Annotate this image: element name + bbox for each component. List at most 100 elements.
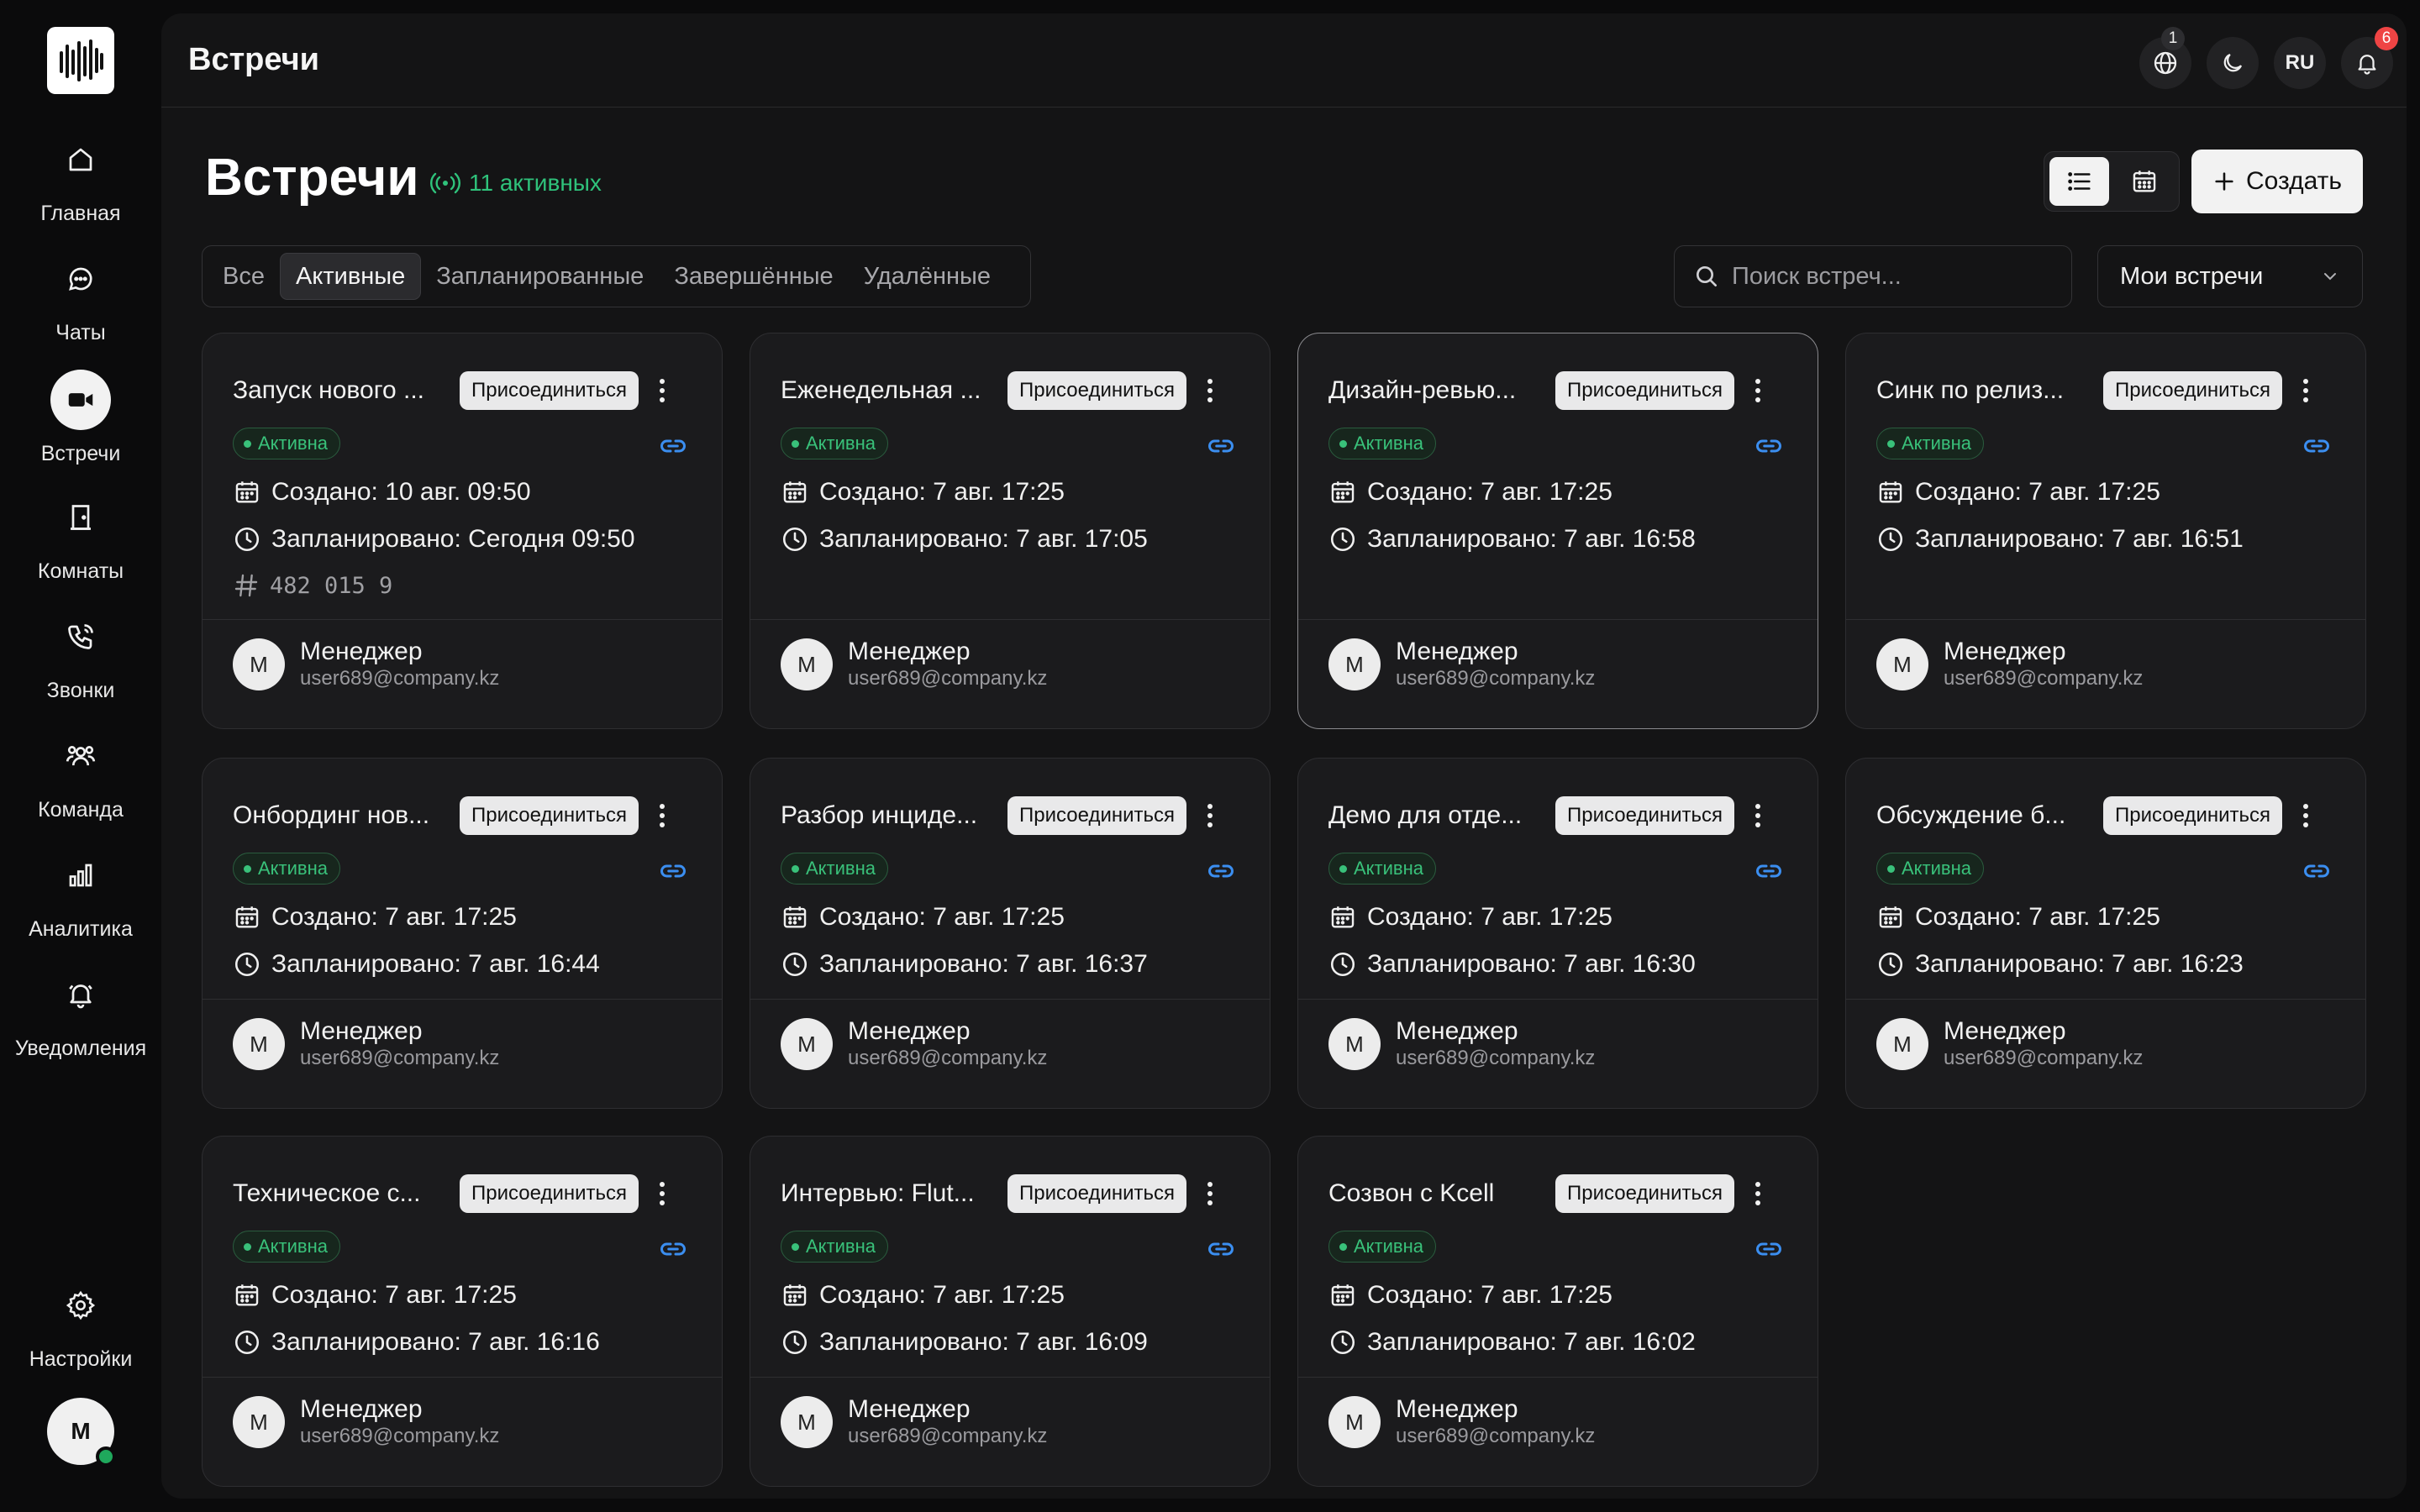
- more-menu-icon[interactable]: [652, 804, 672, 827]
- copy-link-icon[interactable]: [658, 431, 688, 465]
- more-menu-icon[interactable]: [1200, 804, 1220, 827]
- join-button[interactable]: Присоединиться: [460, 371, 639, 410]
- meeting-card[interactable]: Дизайн-ревью... Присоединиться Активна С…: [1297, 333, 1818, 729]
- more-menu-icon[interactable]: [2296, 379, 2316, 402]
- join-button[interactable]: Присоединиться: [1555, 371, 1735, 410]
- copy-link-icon[interactable]: [1754, 856, 1784, 890]
- copy-link-icon[interactable]: [2302, 856, 2332, 890]
- copy-link-icon[interactable]: [658, 1234, 688, 1268]
- calendar-icon: [1879, 906, 1902, 928]
- owner-email: user689@company.kz: [300, 667, 500, 690]
- calendar-view-button[interactable]: [2114, 157, 2174, 206]
- meeting-card[interactable]: Еженедельная ... Присоединиться Активна …: [750, 333, 1270, 729]
- tab-finished[interactable]: Завершённые: [659, 253, 848, 300]
- owner-avatar: M: [781, 638, 833, 690]
- join-button[interactable]: Присоединиться: [1007, 371, 1187, 410]
- meeting-card[interactable]: Созвон с Kcell Присоединиться Активна Со…: [1297, 1136, 1818, 1487]
- search-input[interactable]: [1732, 262, 2068, 291]
- more-menu-icon[interactable]: [1200, 1182, 1220, 1205]
- join-button[interactable]: Присоединиться: [460, 796, 639, 835]
- copy-link-icon[interactable]: [1206, 1234, 1236, 1268]
- join-button[interactable]: Присоединиться: [2103, 796, 2283, 835]
- owner-name: Менеджер: [300, 1395, 423, 1423]
- meeting-card[interactable]: Демо для отде... Присоединиться Активна …: [1297, 758, 1818, 1109]
- sidebar-item-analytics[interactable]: Аналитика: [0, 845, 161, 954]
- language-globe-button[interactable]: 1: [2139, 27, 2191, 89]
- join-button[interactable]: Присоединиться: [460, 1174, 639, 1213]
- sidebar-item-home[interactable]: Главная: [0, 129, 161, 239]
- search-icon: [1697, 266, 1717, 286]
- settings-label: Настройки: [29, 1347, 133, 1371]
- online-status-dot: [96, 1446, 116, 1467]
- copy-link-icon[interactable]: [1754, 1234, 1784, 1268]
- copy-link-icon[interactable]: [1206, 431, 1236, 465]
- scheduled-row: Запланировано: 7 авг. 16:37: [781, 950, 1148, 979]
- sidebar-item-meetings[interactable]: Встречи: [0, 370, 161, 479]
- copy-link-icon[interactable]: [2302, 431, 2332, 465]
- join-button[interactable]: Присоединиться: [1555, 1174, 1735, 1213]
- scheduled-row: Запланировано: 7 авг. 16:58: [1328, 525, 1696, 554]
- join-button[interactable]: Присоединиться: [1007, 1174, 1187, 1213]
- chat-icon: [50, 249, 111, 309]
- tab-deleted[interactable]: Удалённые: [849, 253, 1006, 300]
- meeting-card[interactable]: Запуск нового ... Присоединиться Активна…: [202, 333, 723, 729]
- calendar-icon: [783, 906, 807, 928]
- more-menu-icon[interactable]: [652, 379, 672, 402]
- topbar-title: Встречи: [188, 42, 320, 77]
- owner-email: user689@company.kz: [848, 667, 1048, 690]
- sidebar-item-calls[interactable]: Звонки: [0, 606, 161, 716]
- card-divider: [1298, 999, 1818, 1000]
- created-text: Создано: 7 авг. 17:25: [271, 1281, 517, 1309]
- card-divider: [1298, 619, 1818, 620]
- status-label: Активна: [258, 858, 328, 879]
- copy-link-icon[interactable]: [1754, 431, 1784, 465]
- more-menu-icon[interactable]: [2296, 804, 2316, 827]
- list-icon: [2067, 172, 2091, 191]
- created-text: Создано: 7 авг. 17:25: [1367, 1281, 1612, 1309]
- card-header: Демо для отде... Присоединиться: [1328, 795, 1801, 836]
- owner-filter-select[interactable]: Мои встречи: [2097, 245, 2363, 307]
- clock-icon: [1330, 527, 1355, 552]
- copy-link-icon[interactable]: [658, 856, 688, 890]
- created-text: Создано: 10 авг. 09:50: [271, 478, 531, 506]
- plus-icon: [2215, 172, 2233, 191]
- more-menu-icon[interactable]: [1748, 804, 1768, 827]
- copy-link-icon[interactable]: [1206, 856, 1236, 890]
- owner-name: Менеджер: [848, 1017, 971, 1045]
- user-avatar[interactable]: M: [47, 1398, 116, 1467]
- meeting-card[interactable]: Синк по релиз... Присоединиться Активна …: [1845, 333, 2366, 729]
- sidebar-item-team[interactable]: Команда: [0, 726, 161, 835]
- more-menu-icon[interactable]: [1200, 379, 1220, 402]
- tab-active[interactable]: Активные: [279, 253, 422, 300]
- card-divider: [203, 1377, 722, 1378]
- theme-toggle-button[interactable]: [2207, 37, 2259, 89]
- more-menu-icon[interactable]: [1748, 1182, 1768, 1205]
- sidebar-item-chats[interactable]: Чаты: [0, 249, 161, 358]
- card-header: Обсуждение б... Присоединиться: [1876, 795, 2349, 836]
- sidebar-item-notifications[interactable]: Уведомления: [0, 964, 161, 1074]
- language-button[interactable]: RU: [2274, 37, 2326, 89]
- meeting-card[interactable]: Техническое с... Присоединиться Активна …: [202, 1136, 723, 1487]
- tab-scheduled[interactable]: Запланированные: [421, 253, 659, 300]
- tab-all[interactable]: Все: [208, 253, 280, 300]
- join-button[interactable]: Присоединиться: [2103, 371, 2283, 410]
- list-view-button[interactable]: [2049, 157, 2109, 206]
- sidebar-item-settings[interactable]: Настройки: [0, 1275, 161, 1384]
- card-header: Онбординг нов... Присоединиться: [233, 795, 705, 836]
- create-meeting-button[interactable]: Создать: [2191, 150, 2363, 213]
- sidebar-item-label: Звонки: [46, 679, 115, 702]
- join-button[interactable]: Присоединиться: [1555, 796, 1735, 835]
- sidebar-item-rooms[interactable]: Комнаты: [0, 487, 161, 596]
- meeting-card[interactable]: Обсуждение б... Присоединиться Активна С…: [1845, 758, 2366, 1109]
- owner-name: Менеджер: [1396, 638, 1518, 665]
- created-row: Создано: 7 авг. 17:25: [1876, 903, 2160, 932]
- notifications-button[interactable]: 6: [2341, 27, 2398, 89]
- meeting-card[interactable]: Онбординг нов... Присоединиться Активна …: [202, 758, 723, 1109]
- meeting-card[interactable]: Интервью: Flut... Присоединиться Активна…: [750, 1136, 1270, 1487]
- meeting-card[interactable]: Разбор инциде... Присоединиться Активна …: [750, 758, 1270, 1109]
- created-text: Создано: 7 авг. 17:25: [1915, 478, 2160, 506]
- app-logo[interactable]: [47, 27, 114, 94]
- more-menu-icon[interactable]: [652, 1182, 672, 1205]
- more-menu-icon[interactable]: [1748, 379, 1768, 402]
- join-button[interactable]: Присоединиться: [1007, 796, 1187, 835]
